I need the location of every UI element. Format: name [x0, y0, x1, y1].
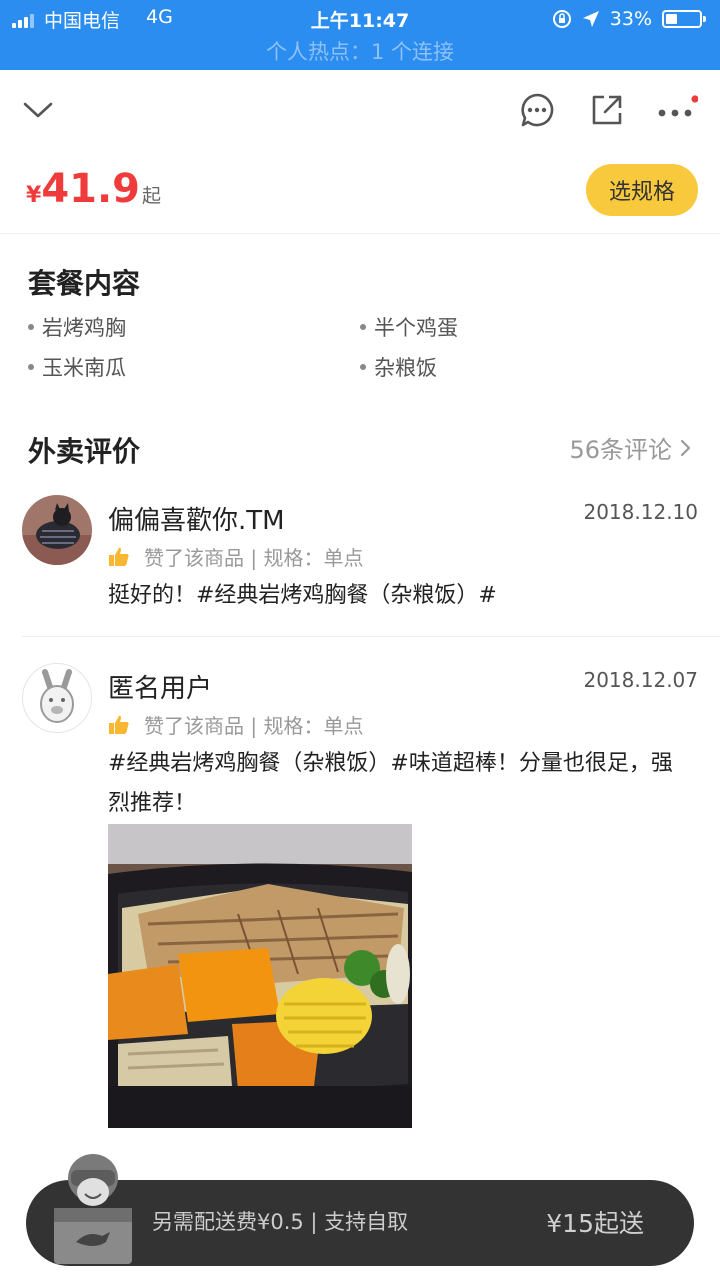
delivery-info: 另需配送费¥0.5 | 支持自取	[152, 1210, 409, 1234]
chevron-down-icon	[23, 102, 53, 118]
reviews-title: 外卖评价	[28, 435, 141, 468]
review-liked-text: 赞了该商品 | 规格：单点	[144, 714, 364, 738]
review-text: #经典岩烤鸡胸餐（杂粮饭）#味道超棒！分量也很足，强烈推荐！	[108, 751, 673, 816]
review-liked-row: 赞了该商品 | 规格：单点	[108, 542, 363, 571]
review-username[interactable]: 偏偏喜歡你.TM	[108, 500, 285, 537]
package-item: 杂粮饭	[360, 352, 437, 382]
rotation-lock-icon	[552, 10, 571, 28]
avatar[interactable]	[22, 495, 92, 565]
avatar[interactable]	[22, 663, 92, 733]
chat-button[interactable]	[513, 86, 561, 134]
review-liked-row: 赞了该商品 | 规格：单点	[108, 710, 363, 739]
thumbs-up-icon	[109, 547, 129, 566]
status-row: 中国电信 4G 上午11:47 33%	[0, 4, 720, 34]
battery-percent: 33%	[609, 8, 652, 30]
location-icon	[582, 11, 599, 27]
review-count-link[interactable]: 56条评论	[569, 430, 692, 465]
chat-bubble-icon	[521, 93, 554, 127]
package-item: 半个鸡蛋	[360, 312, 458, 342]
review-username[interactable]: 匿名用户	[108, 668, 212, 705]
price-symbol: ¥	[26, 183, 42, 208]
chevron-right-icon	[680, 439, 691, 456]
select-spec-button[interactable]: 选规格	[586, 164, 698, 216]
price-value: 41.9	[41, 166, 141, 212]
price: ¥ 41.9 起	[26, 166, 161, 212]
battery-icon	[662, 10, 706, 28]
price-row: ¥ 41.9 起 选规格	[0, 152, 720, 234]
thumbs-up-icon	[109, 715, 129, 734]
price-suffix: 起	[142, 185, 162, 207]
review-date: 2018.12.07	[583, 668, 698, 692]
package-item: 玉米南瓜	[28, 352, 126, 382]
back-button[interactable]	[14, 86, 62, 134]
review-photo[interactable]	[108, 824, 412, 1128]
status-bar: 中国电信 4G 上午11:47 33% 个人热点：1 个连接	[0, 0, 720, 70]
battery-fill	[666, 14, 677, 24]
more-button[interactable]	[652, 86, 700, 134]
kangaroo-avatar-icon	[40, 669, 74, 723]
review-date: 2018.12.10	[583, 500, 698, 524]
package-item: 岩烤鸡胸	[28, 312, 126, 342]
review-text: 挺好的！#经典岩烤鸡胸餐（杂粮饭）#	[108, 583, 497, 608]
courier-icon	[54, 1154, 132, 1264]
min-order-label: ¥15起送	[546, 1209, 644, 1238]
more-dots-icon	[658, 95, 698, 117]
review-count-label: 56条评论	[569, 436, 672, 464]
review-divider	[22, 636, 720, 637]
food-photo-image	[108, 824, 412, 1128]
top-nav	[0, 70, 720, 152]
package-title: 套餐内容	[28, 267, 141, 300]
share-button[interactable]	[583, 86, 631, 134]
status-right: 33%	[552, 6, 706, 32]
courier-mascot[interactable]	[48, 1150, 138, 1268]
hotspot-banner[interactable]: 个人热点：1 个连接	[0, 36, 720, 66]
cat-avatar-image	[22, 495, 92, 565]
review-liked-text: 赞了该商品 | 规格：单点	[144, 546, 364, 570]
share-icon	[592, 95, 622, 125]
